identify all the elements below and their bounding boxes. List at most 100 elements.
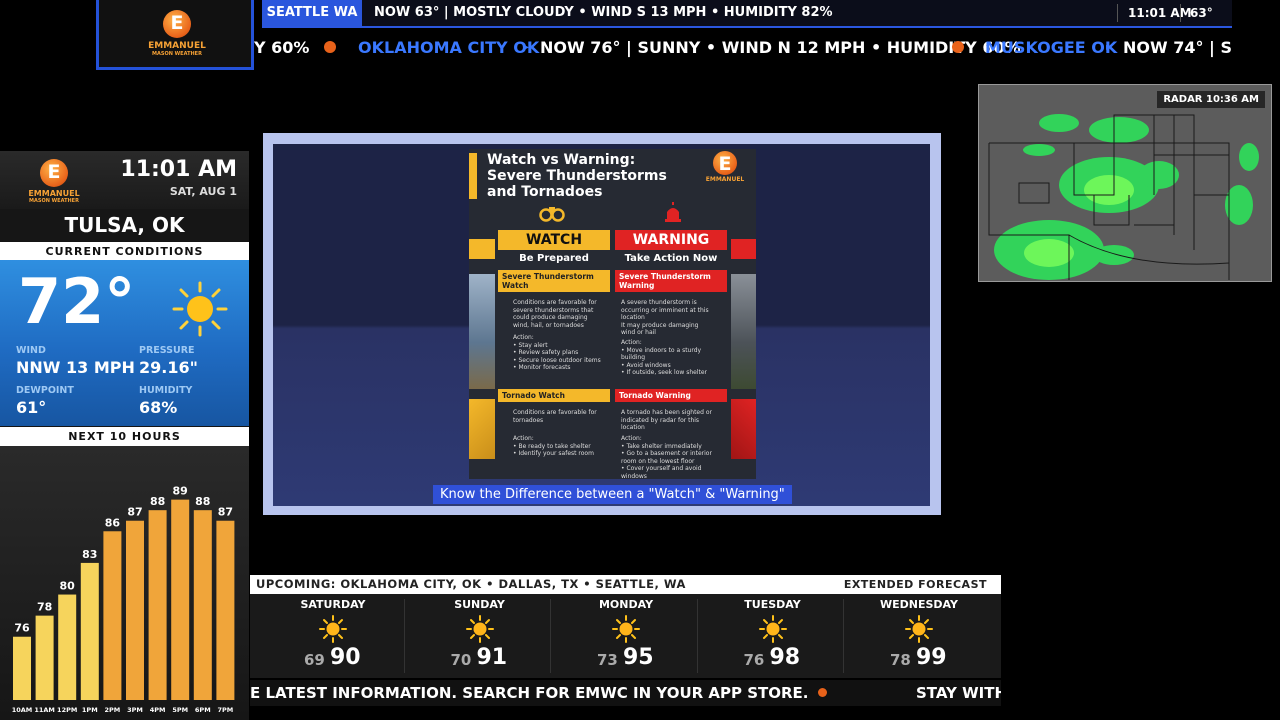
forecast-day: MONDAY 73 95 [553, 594, 699, 678]
watch-subheading: Be Prepared [519, 253, 589, 264]
ticker-city-1: OKLAHOMA CITY OK [358, 38, 540, 57]
arrow-right-icon: ▸ [1106, 42, 1112, 53]
ticker-divider [1180, 4, 1181, 22]
tornado-warning-title: Tornado Warning [615, 389, 727, 402]
center-video-frame: Watch vs Warning: Severe Thunderstorms a… [273, 144, 930, 506]
ticker-logo-icon [952, 41, 964, 53]
video-caption: Know the Difference between a "Watch" & … [433, 485, 792, 504]
day-name: MONDAY [598, 598, 654, 611]
ticker-logo-icon [324, 41, 336, 53]
forecast-day: SATURDAY 69 90 [260, 594, 406, 678]
hour-temp-label: 87 [127, 506, 142, 519]
tornado-warning-action: Action: • Take shelter immediately • Go … [621, 435, 712, 479]
siren-icon [665, 202, 681, 222]
high-temp: 91 [476, 645, 508, 670]
logo-text: EMMANUEL [148, 41, 206, 51]
ticker-conditions: NOW 63° | MOSTLY CLOUDY • WIND S 13 MPH … [374, 5, 833, 20]
ticker-logo-icon [818, 688, 827, 697]
hour-tick-label: 2PM [105, 706, 121, 714]
ticker-conditions-2: NOW 74° | SUN [1123, 38, 1232, 57]
ticker-temp: 63° [1190, 6, 1213, 20]
low-temp: 69 [304, 651, 325, 669]
ticker-conditions-1: NOW 76° | SUNNY • WIND N 12 MPH • HUMIDI… [540, 38, 1021, 57]
current-conditions-panel: EMMANUEL MASON WEATHER 11:01 AM SAT, AUG… [0, 151, 249, 720]
infographic-title: Watch vs Warning: Severe Thunderstorms a… [487, 152, 667, 200]
sun-icon [758, 615, 787, 643]
hour-bar [216, 520, 235, 700]
hour-bar [193, 510, 212, 700]
pressure-value: 29.16" [139, 358, 198, 377]
logo-subtext: MASON WEATHER [152, 51, 202, 57]
hour-bar [35, 615, 54, 700]
high-temp: 95 [623, 645, 654, 670]
arrow-right-icon: ▸ [524, 42, 530, 53]
wind-value: NNW 13 MPH [16, 358, 135, 377]
dewpoint-value: 61° [16, 398, 47, 417]
city-name: TULSA, OK [0, 209, 249, 241]
upcoming-cities: UPCOMING: OKLAHOMA CITY, OK • DALLAS, TX… [256, 577, 686, 591]
severe-warning-title: Severe Thunderstorm Warning [615, 270, 727, 292]
hour-bar [58, 594, 77, 700]
watch-stripe [469, 399, 495, 459]
title-accent-bar [469, 153, 477, 199]
ticker-time: 11:01 AM [1128, 6, 1192, 20]
day-divider [843, 599, 844, 673]
warning-stripe [731, 239, 756, 259]
warning-subheading: Take Action Now [624, 253, 718, 264]
ticker-lead-text: Y 60% [254, 38, 310, 57]
hour-tick-label: 3PM [127, 706, 143, 714]
high-temp: 99 [916, 645, 947, 670]
day-divider [403, 599, 405, 673]
radar-map: RADAR 10:36 AM [978, 84, 1272, 282]
low-temp: 73 [597, 651, 618, 669]
hour-temp-label: 89 [173, 485, 188, 498]
sun-icon [465, 615, 494, 643]
infographic-logo: EMMANUEL [706, 151, 747, 185]
extended-forecast: UPCOMING: OKLAHOMA CITY, OK • DALLAS, TX… [250, 575, 1001, 678]
tornado-watch-title: Tornado Watch [498, 389, 610, 402]
tornado-photo-right [731, 274, 756, 389]
top-logo-box: EMMANUEL MASON WEATHER [96, 0, 254, 70]
day-name: SUNDAY [454, 598, 505, 611]
tornado-watch-action: Action: • Be ready to take shelter • Ide… [513, 435, 594, 457]
wind-label: WIND [16, 345, 46, 356]
current-temperature: 72° [18, 265, 136, 338]
day-name: TUESDAY [744, 598, 801, 611]
sun-icon [612, 615, 640, 643]
hour-tick-label: 5PM [172, 706, 188, 714]
high-temp: 90 [330, 645, 361, 670]
day-name: SATURDAY [300, 598, 366, 611]
extended-forecast-label: EXTENDED FORECAST [843, 578, 987, 591]
watch-stripe [469, 239, 495, 259]
hour-temp-label: 86 [105, 516, 121, 529]
severe-warning-body: A severe thunderstorm is occurring or im… [621, 299, 709, 336]
high-temp: 98 [769, 645, 801, 670]
hour-temp-label: 88 [195, 495, 210, 508]
scrolling-ticker: Y 60% OKLAHOMA CITY OK ▸ NOW 76° | SUNNY… [254, 32, 1232, 64]
logo-text: EMMANUEL [28, 189, 80, 198]
watch-heading: WATCH [498, 230, 610, 250]
forecast-day: WEDNESDAY 78 99 [846, 594, 992, 678]
ticker-city-badge: SEATTLE WA [262, 0, 362, 26]
tornado-warning-body: A tornado has been sighted or indicated … [621, 409, 712, 431]
day-divider [696, 599, 698, 673]
current-conditions-block: 72° WIND NNW 13 MPH PRESSURE 29.16" DEWP… [0, 260, 249, 426]
forecast-day: SUNDAY 70 91 [407, 594, 553, 678]
hour-bar [80, 562, 99, 700]
brand-logo: EMMANUEL MASON WEATHER [148, 10, 206, 58]
storm-photo-left [469, 274, 495, 389]
hour-bar [13, 636, 31, 700]
warning-stripe [731, 399, 756, 459]
hour-temp-label: 87 [218, 506, 233, 519]
hour-temp-label: 88 [150, 495, 165, 508]
low-temp: 76 [743, 651, 765, 669]
day-divider [550, 599, 551, 673]
sun-icon [905, 615, 933, 643]
humidity-value: 68% [139, 398, 178, 417]
warning-heading: WARNING [615, 230, 727, 250]
logo-subtext: MASON WEATHER [29, 198, 79, 204]
current-time: 11:01 AM [120, 157, 237, 182]
hour-tick-label: 6PM [195, 706, 211, 714]
severe-warning-action: Action: • Move indoors to a sturdy build… [621, 339, 708, 376]
low-temp: 70 [450, 651, 472, 669]
